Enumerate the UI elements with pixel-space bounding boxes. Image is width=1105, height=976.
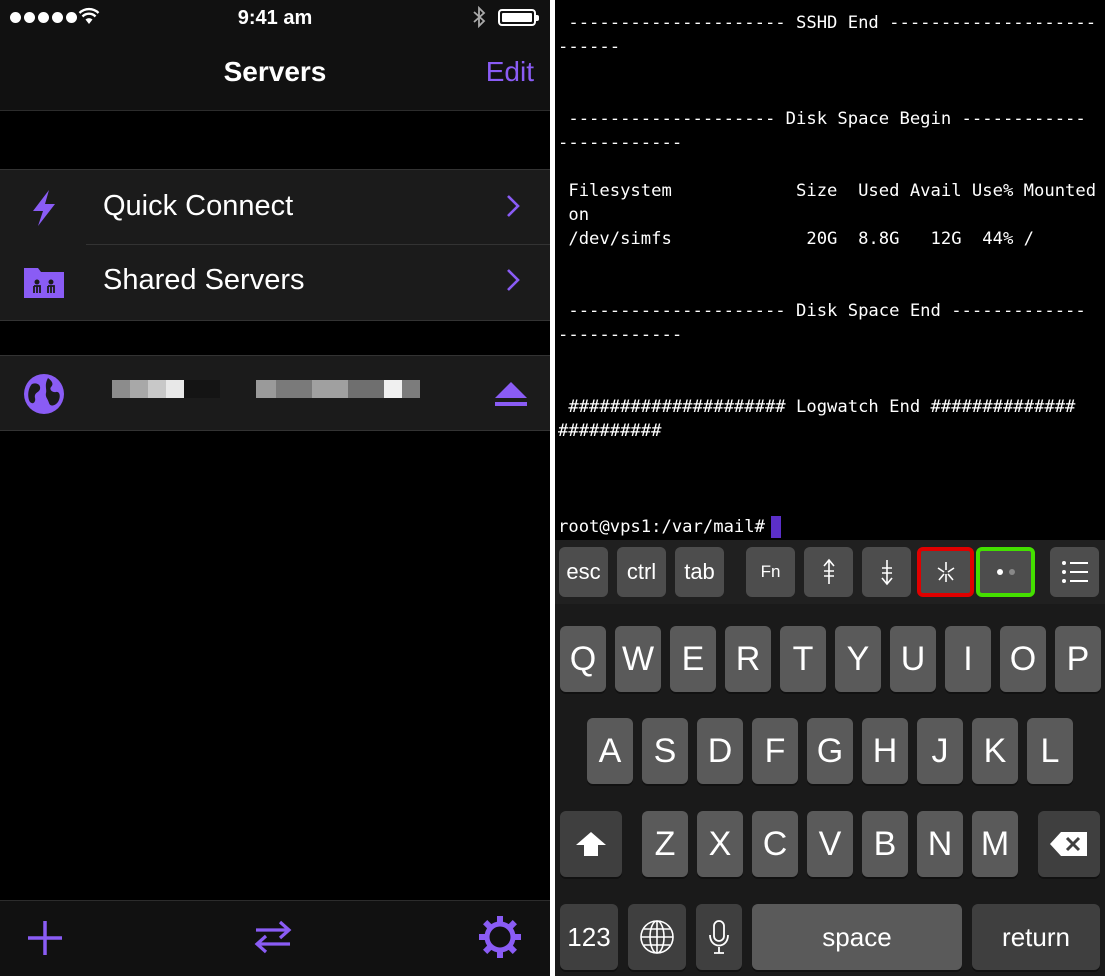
status-time: 9:41 am — [237, 7, 313, 29]
terminal-line: ########## — [558, 421, 662, 441]
backspace-key[interactable] — [1038, 811, 1100, 877]
key-s[interactable]: S — [642, 718, 688, 784]
more-keys-highlighted[interactable] — [976, 547, 1035, 597]
terminal-line: -------------------- Disk Space Begin --… — [558, 109, 1086, 129]
key-o[interactable]: O — [1000, 626, 1046, 692]
key-e[interactable]: E — [670, 626, 716, 692]
microphone-icon — [709, 920, 729, 954]
terminal-line: ------------ — [558, 325, 683, 345]
shared-folder-icon — [24, 268, 64, 298]
server-list — [0, 355, 550, 431]
globe-key[interactable] — [628, 904, 686, 970]
page-down-icon — [880, 560, 893, 586]
key-d[interactable]: D — [697, 718, 743, 784]
key-l[interactable]: L — [1027, 718, 1073, 784]
terminal-output[interactable]: --------------------- SSHD End ---------… — [555, 0, 1105, 540]
list-key[interactable] — [1050, 547, 1099, 597]
page-title: Servers — [223, 56, 327, 87]
key-h[interactable]: H — [862, 718, 908, 784]
key-f[interactable]: F — [752, 718, 798, 784]
page-dots-icon — [996, 569, 1015, 575]
chevron-right-icon — [507, 269, 520, 291]
transfer-icon[interactable] — [252, 915, 294, 959]
globe-icon — [24, 374, 64, 414]
servers-screen: 9:41 am Servers Edit Quick Connect Share… — [0, 0, 550, 976]
battery-icon — [498, 9, 539, 26]
ctrl-key[interactable]: ctrl — [617, 547, 666, 597]
key-j[interactable]: J — [917, 718, 963, 784]
key-b[interactable]: B — [862, 811, 908, 877]
quick-connect-label: Quick Connect — [103, 190, 294, 222]
key-g[interactable]: G — [807, 718, 853, 784]
key-a[interactable]: A — [587, 718, 633, 784]
terminal-prompt-line: root@vps1:/var/mail# — [558, 515, 781, 539]
page-up-key[interactable] — [804, 547, 853, 597]
status-bar: 9:41 am — [0, 0, 550, 36]
shared-servers-row[interactable]: Shared Servers — [0, 244, 550, 318]
bluetooth-icon — [473, 6, 486, 28]
key-c[interactable]: C — [752, 811, 798, 877]
backspace-icon — [1050, 832, 1087, 856]
terminal-prompt: root@vps1:/var/mail# — [558, 517, 765, 537]
page-up-icon — [822, 558, 835, 584]
shift-arrow-icon — [576, 832, 606, 856]
terminal-cursor — [770, 516, 781, 538]
terminal-line: on — [558, 205, 590, 225]
key-v[interactable]: V — [807, 811, 853, 877]
list-icon — [1061, 561, 1088, 583]
terminal-line: --------------------- SSHD End ---------… — [558, 13, 1097, 33]
key-n[interactable]: N — [917, 811, 963, 877]
key-x[interactable]: X — [697, 811, 743, 877]
esc-key[interactable]: esc — [559, 547, 608, 597]
space-key[interactable]: space — [752, 904, 962, 970]
gesture-sparkle-icon — [937, 562, 954, 582]
key-z[interactable]: Z — [642, 811, 688, 877]
terminal-line: ------ — [558, 37, 621, 57]
plus-icon[interactable] — [26, 915, 64, 959]
chevron-right-icon — [507, 195, 520, 217]
terminal-line: ##################### Logwatch End #####… — [558, 397, 1076, 417]
fn-key[interactable]: Fn — [746, 547, 795, 597]
return-key[interactable]: return — [972, 904, 1100, 970]
settings-gear-icon[interactable] — [478, 915, 522, 959]
key-q[interactable]: Q — [560, 626, 606, 692]
terminal-line: Filesystem Size Used Avail Use% Mounted — [558, 181, 1097, 201]
edit-button[interactable]: Edit — [486, 56, 534, 88]
shift-key[interactable] — [560, 811, 622, 877]
key-m[interactable]: M — [972, 811, 1018, 877]
quick-connect-row[interactable]: Quick Connect — [0, 170, 550, 244]
terminal-line: /dev/simfs 20G 8.8G 12G 44% / — [558, 229, 1034, 249]
dictation-key[interactable] — [696, 904, 742, 970]
connect-options-group: Quick Connect Shared Servers — [0, 169, 550, 321]
bottom-toolbar — [0, 900, 550, 976]
key-w[interactable]: W — [615, 626, 661, 692]
gesture-key-highlighted[interactable] — [917, 547, 974, 597]
accessory-key-row: esc ctrl tab Fn — [555, 540, 1105, 604]
key-y[interactable]: Y — [835, 626, 881, 692]
server-row[interactable] — [0, 356, 550, 430]
numbers-key[interactable]: 123 — [560, 904, 618, 970]
key-i[interactable]: I — [945, 626, 991, 692]
eject-icon[interactable] — [494, 380, 528, 408]
key-k[interactable]: K — [972, 718, 1018, 784]
tab-key[interactable]: tab — [675, 547, 724, 597]
page-down-key[interactable] — [862, 547, 911, 597]
key-t[interactable]: T — [780, 626, 826, 692]
shared-servers-label: Shared Servers — [103, 264, 305, 296]
key-u[interactable]: U — [890, 626, 936, 692]
key-r[interactable]: R — [725, 626, 771, 692]
terminal-screen: --------------------- SSHD End ---------… — [555, 0, 1105, 976]
terminal-line: ------------ — [558, 133, 683, 153]
navigation-bar: Servers Edit — [0, 36, 550, 111]
keyboard: esc ctrl tab Fn Q W E R T Y U I O P A S … — [555, 540, 1105, 976]
key-p[interactable]: P — [1055, 626, 1101, 692]
terminal-line: --------------------- Disk Space End ---… — [558, 301, 1086, 321]
lightning-icon — [33, 190, 55, 226]
globe-icon — [640, 920, 674, 954]
